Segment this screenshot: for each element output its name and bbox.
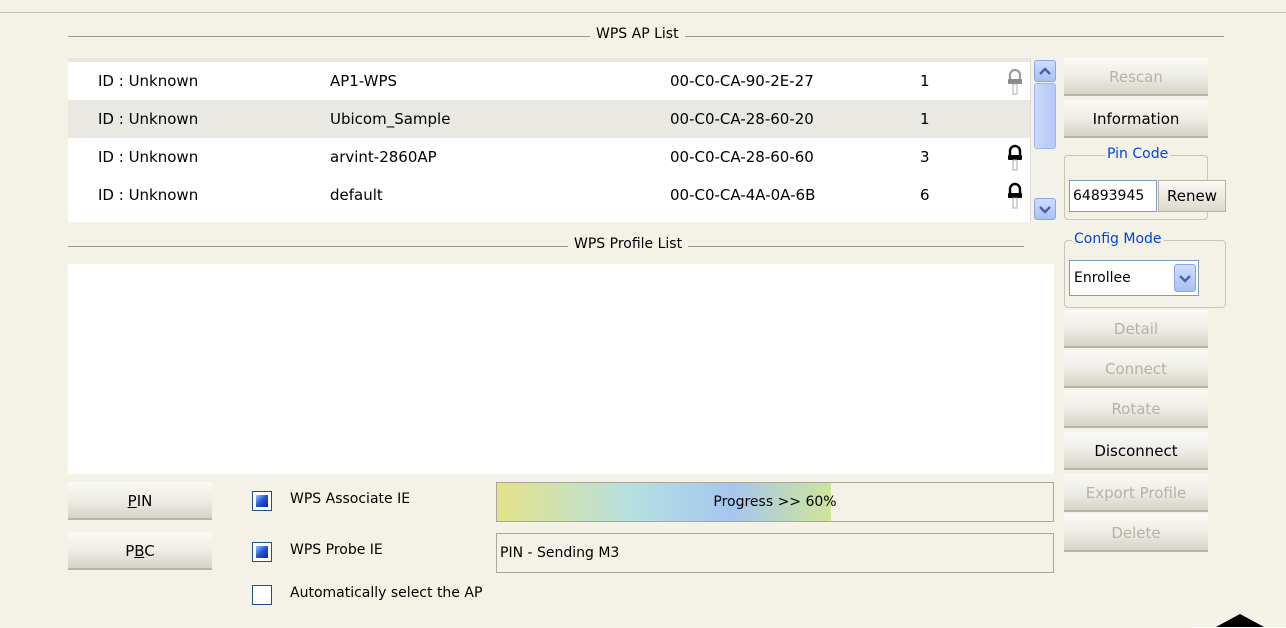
ap-ssid: Ubicom_Sample: [330, 110, 451, 128]
auto-select-ap-label: Automatically select the AP: [290, 585, 483, 601]
chevron-down-icon: [1179, 275, 1191, 283]
wps-probe-ie-checkbox[interactable]: [252, 542, 272, 562]
ap-channel: 1: [920, 110, 930, 128]
delete-button[interactable]: Delete: [1064, 514, 1208, 552]
ap-list-scrollbar[interactable]: [1030, 58, 1058, 222]
ap-ssid: AP1-WPS: [330, 72, 398, 90]
chevron-up-icon: [1039, 67, 1051, 75]
ap-id: ID : Unknown: [98, 72, 199, 90]
scroll-up-button[interactable]: [1034, 60, 1056, 82]
config-mode-legend: Config Mode: [1072, 231, 1164, 247]
profile-list[interactable]: [68, 264, 1054, 474]
ap-channel: 3: [920, 148, 930, 166]
wps-associate-ie-label: WPS Associate IE: [290, 491, 411, 507]
ap-channel: 6: [920, 186, 930, 204]
connect-button[interactable]: Connect: [1064, 350, 1208, 388]
pbc-label-post: C: [144, 542, 155, 560]
ap-channel: 1: [920, 72, 930, 90]
config-mode-select[interactable]: Enrollee: [1069, 260, 1199, 296]
scroll-down-button[interactable]: [1034, 198, 1056, 220]
wps-probe-ie-label: WPS Probe IE: [290, 542, 383, 558]
pbc-label-pre: P: [125, 542, 135, 560]
ap-list-title: WPS AP List: [590, 26, 685, 42]
key-lock-icon: [1008, 144, 1022, 171]
top-divider: [0, 12, 1286, 13]
pbc-button[interactable]: PBC: [68, 532, 212, 570]
key-lock-icon: [1008, 182, 1022, 209]
ap-row[interactable]: ID : Unknown arvint-2860AP 00-C0-CA-28-6…: [68, 138, 1034, 176]
ap-ssid: arvint-2860AP: [330, 148, 437, 166]
ap-row[interactable]: ID : Unknown Ubicom_Sample 00-C0-CA-28-6…: [68, 100, 1034, 138]
pin-button[interactable]: PIN: [68, 482, 212, 520]
ap-list[interactable]: ID : Unknown AP1-WPS 00-C0-CA-90-2E-27 1…: [68, 58, 1034, 222]
ap-mac: 00-C0-CA-28-60-60: [670, 148, 814, 166]
pin-label-post: IN: [136, 492, 153, 510]
pin-code-legend: Pin Code: [1105, 146, 1171, 162]
ap-mac: 00-C0-CA-90-2E-27: [670, 72, 814, 90]
ap-ssid: default: [330, 186, 383, 204]
wps-associate-ie-checkbox[interactable]: [252, 491, 272, 511]
information-button[interactable]: Information: [1064, 100, 1208, 138]
ap-id: ID : Unknown: [98, 186, 199, 204]
disconnect-button[interactable]: Disconnect: [1064, 432, 1208, 470]
progress-text: Progress >> 60%: [713, 494, 837, 510]
progress-bar: Progress >> 60%: [496, 482, 1054, 522]
ap-row[interactable]: ID : Unknown default 00-C0-CA-4A-0A-6B 6: [68, 176, 1034, 214]
detail-button[interactable]: Detail: [1064, 310, 1208, 348]
auto-select-ap-checkbox[interactable]: [252, 585, 272, 605]
profile-list-group-line: [68, 246, 1024, 247]
pbc-label-accel: B: [134, 542, 145, 560]
export-profile-button[interactable]: Export Profile: [1064, 474, 1208, 512]
wps-status-field: PIN - Sending M3: [496, 533, 1054, 573]
profile-list-title: WPS Profile List: [568, 236, 689, 252]
pin-label-accel: P: [127, 492, 137, 510]
ap-mac: 00-C0-CA-4A-0A-6B: [670, 186, 816, 204]
config-mode-value: Enrollee: [1074, 270, 1131, 286]
ap-mac: 00-C0-CA-28-60-20: [670, 110, 814, 128]
ap-row[interactable]: ID : Unknown AP1-WPS 00-C0-CA-90-2E-27 1: [68, 62, 1034, 100]
collapse-arrow-icon[interactable]: [1192, 612, 1286, 628]
dropdown-button[interactable]: [1174, 264, 1196, 292]
ap-id: ID : Unknown: [98, 148, 199, 166]
chevron-down-icon: [1039, 206, 1051, 214]
scroll-thumb[interactable]: [1034, 83, 1056, 149]
rotate-button[interactable]: Rotate: [1064, 390, 1208, 428]
pin-code-field[interactable]: 64893945: [1069, 180, 1157, 212]
key-lock-icon: [1008, 68, 1022, 95]
ap-id: ID : Unknown: [98, 110, 199, 128]
rescan-button[interactable]: Rescan: [1064, 58, 1208, 96]
renew-button[interactable]: Renew: [1158, 180, 1226, 212]
